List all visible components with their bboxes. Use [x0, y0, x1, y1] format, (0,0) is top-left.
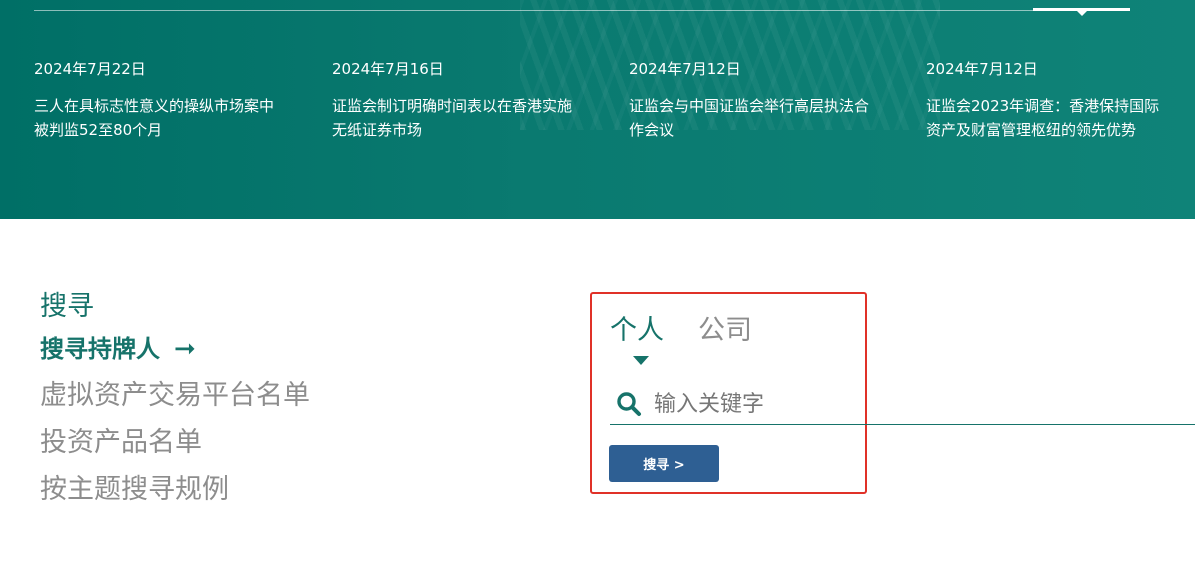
news-title-link[interactable]: 三人在具标志性意义的操纵市场案中被判监52至80个月	[34, 94, 274, 142]
news-date: 2024年7月12日	[629, 60, 741, 78]
active-tab-caret-icon	[1076, 10, 1088, 16]
licensee-search-panel: 个人 公司 搜寻 >	[590, 292, 1195, 500]
tab-individual[interactable]: 个人	[610, 314, 664, 348]
news-date: 2024年7月22日	[34, 60, 146, 78]
menu-item-label: 搜寻持牌人	[40, 335, 160, 363]
news-date: 2024年7月12日	[926, 60, 1038, 78]
search-field	[610, 384, 1195, 425]
news-item[interactable]: 2024年7月16日 证监会制订明确时间表以在香港实施无纸证券市场	[332, 60, 572, 142]
search-icon	[617, 392, 641, 416]
search-button[interactable]: 搜寻 >	[609, 445, 719, 482]
news-item[interactable]: 2024年7月12日 证监会与中国证监会举行高层执法合作会议	[629, 60, 869, 142]
search-menu: 搜寻 搜寻持牌人 ➞ 虚拟资产交易平台名单 投资产品名单 按主题搜寻规例	[40, 290, 310, 521]
search-type-tabs: 个人 公司	[610, 314, 786, 348]
active-tab-caret-icon	[633, 356, 649, 365]
news-title-link[interactable]: 证监会2023年调查：香港保持国际资产及财富管理枢纽的领先优势	[926, 94, 1166, 142]
news-band: 2024年7月22日 三人在具标志性意义的操纵市场案中被判监52至80个月 20…	[0, 0, 1195, 219]
keyword-search-input[interactable]	[652, 390, 1195, 418]
news-item[interactable]: 2024年7月12日 证监会2023年调查：香港保持国际资产及财富管理枢纽的领先…	[926, 60, 1166, 142]
arrow-right-icon: ➞	[174, 334, 196, 364]
news-tab-divider	[34, 10, 1130, 11]
news-title-link[interactable]: 证监会与中国证监会举行高层执法合作会议	[629, 94, 869, 142]
menu-item-virtual-asset-platforms[interactable]: 虚拟资产交易平台名单	[40, 380, 310, 412]
tab-company[interactable]: 公司	[698, 314, 752, 348]
menu-item-licensee-search[interactable]: 搜寻持牌人 ➞	[40, 334, 310, 364]
news-title-link[interactable]: 证监会制订明确时间表以在香港实施无纸证券市场	[332, 94, 572, 142]
menu-item-investment-products[interactable]: 投资产品名单	[40, 427, 310, 459]
news-item[interactable]: 2024年7月22日 三人在具标志性意义的操纵市场案中被判监52至80个月	[34, 60, 274, 142]
news-date: 2024年7月16日	[332, 60, 444, 78]
menu-item-rules-by-topic[interactable]: 按主题搜寻规例	[40, 474, 310, 506]
search-heading: 搜寻	[40, 291, 94, 322]
